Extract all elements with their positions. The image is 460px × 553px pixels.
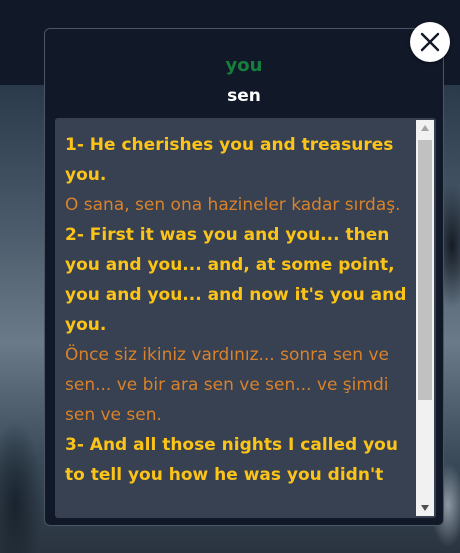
example-turkish: O sana, sen ona hazineler kadar sırdaş. — [65, 195, 401, 215]
scroll-up-arrow-icon[interactable] — [416, 120, 434, 136]
close-button[interactable] — [410, 22, 450, 62]
dialog-word: you — [225, 55, 263, 76]
example-item: 1- He cherishes you and treasures you. O… — [65, 130, 410, 220]
example-turkish: Önce siz ikiniz vardınız... sonra sen ve… — [65, 345, 389, 425]
example-english: 2- First it was you and you... then you … — [65, 225, 407, 335]
dialog-translation: sen — [227, 86, 261, 106]
scroll-down-arrow-icon[interactable] — [416, 500, 434, 516]
scrollbar-thumb[interactable] — [418, 140, 432, 400]
example-english: 1- He cherishes you and treasures you. — [65, 135, 394, 185]
close-icon — [420, 32, 440, 52]
example-english: 3- And all those nights I called you to … — [65, 435, 398, 485]
example-item: 3- And all those nights I called you to … — [65, 430, 410, 490]
examples-panel[interactable]: 1- He cherishes you and treasures you. O… — [55, 118, 436, 518]
examples-scrollbar[interactable] — [416, 120, 434, 516]
example-item: 2- First it was you and you... then you … — [65, 220, 410, 430]
examples-list: 1- He cherishes you and treasures you. O… — [65, 130, 410, 490]
